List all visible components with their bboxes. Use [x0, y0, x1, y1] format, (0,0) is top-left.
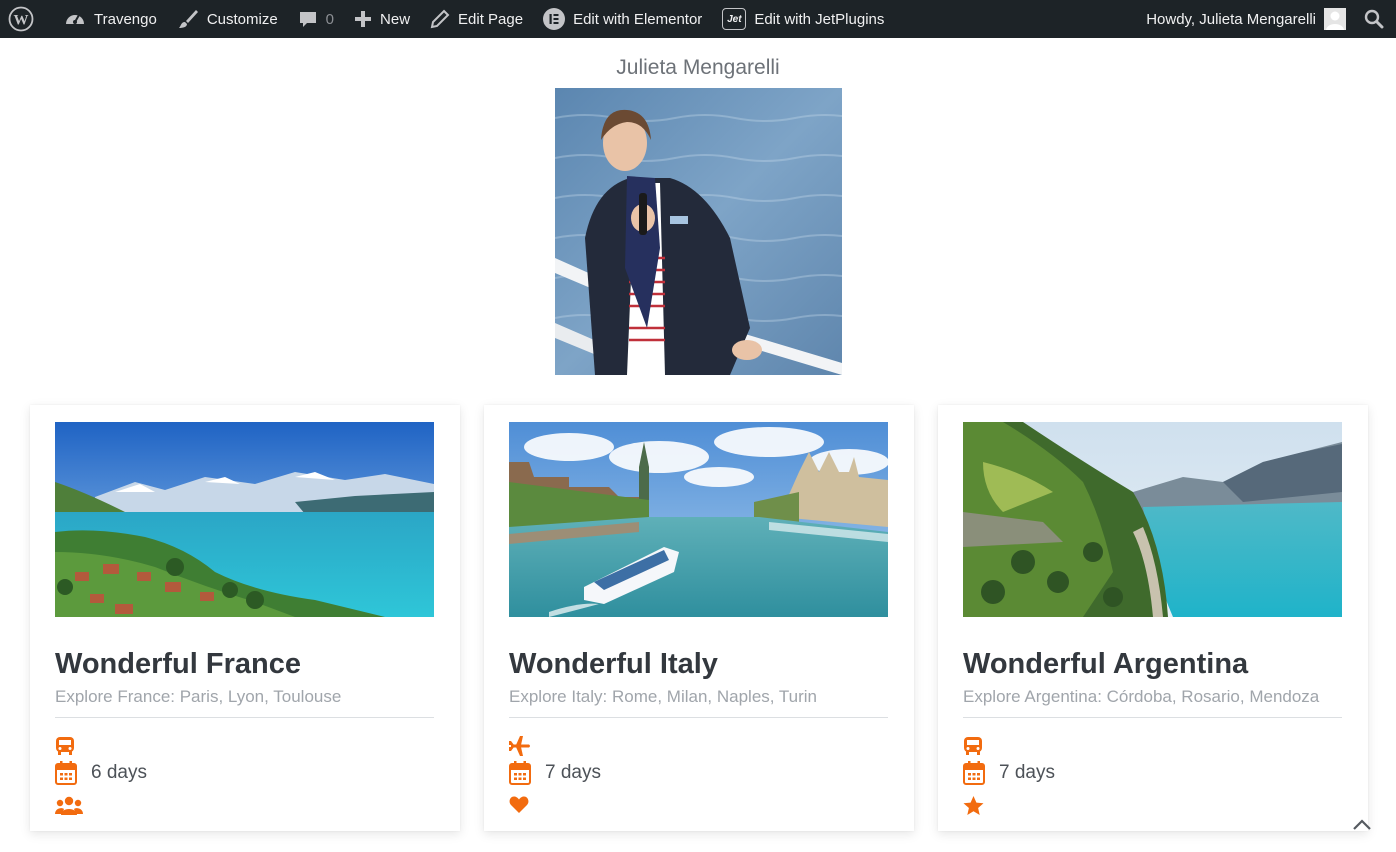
tour-transport [963, 736, 983, 756]
howdy-label: Howdy, Julieta Mengarelli [1146, 10, 1316, 28]
tour-days: 7 days [999, 762, 1055, 783]
search-icon [1364, 9, 1384, 29]
heart-icon [509, 796, 529, 813]
users-icon [55, 796, 83, 815]
tour-extra [55, 796, 83, 816]
new-label: New [380, 10, 411, 28]
site-name-label: Travengo [94, 10, 157, 28]
comment-bubble-icon [299, 12, 316, 27]
tour-title[interactable]: Wonderful France [55, 648, 301, 681]
profile-name: Julieta Mengarelli [616, 56, 780, 79]
edit-with-elementor-link[interactable]: Edit with Elementor [533, 0, 712, 38]
wordpress-logo-button[interactable]: W [0, 0, 54, 38]
tour-subtitle: Explore France: Paris, Lyon, Toulouse [55, 687, 342, 706]
tour-extra [509, 796, 529, 814]
elementor-icon [543, 8, 566, 30]
comments-count: 0 [325, 10, 335, 28]
card-divider [509, 717, 888, 718]
profile-photo [555, 88, 842, 375]
user-avatar-icon [1324, 8, 1346, 30]
tour-duration: 7 days [963, 761, 1055, 785]
bus-icon [964, 737, 982, 755]
edit-jetplugins-label: Edit with JetPlugins [754, 10, 885, 28]
plus-icon [355, 11, 372, 27]
bus-icon [56, 737, 74, 755]
new-content-link[interactable]: New [344, 0, 420, 38]
tour-card-france[interactable]: Wonderful France Explore France: Paris, … [30, 405, 460, 831]
tour-title[interactable]: Wonderful Italy [509, 648, 718, 681]
tour-image-italy [509, 422, 888, 617]
tour-days: 6 days [91, 762, 147, 783]
admin-bar: W Travengo Customize 0 New Edit Page Edi… [0, 0, 1396, 38]
calendar-icon [509, 761, 531, 785]
tour-transport [55, 736, 75, 756]
plane-icon [509, 736, 530, 756]
star-icon [963, 796, 984, 815]
edit-with-jetplugins-link[interactable]: Jet Edit with JetPlugins [712, 0, 894, 38]
site-name-link[interactable]: Travengo [54, 0, 167, 38]
paintbrush-icon [178, 10, 198, 28]
tour-image-argentina [963, 422, 1342, 617]
tour-duration: 6 days [55, 761, 147, 785]
tour-extra [963, 796, 984, 816]
chevron-up-icon [1353, 819, 1371, 830]
tour-title[interactable]: Wonderful Argentina [963, 648, 1248, 681]
tour-days: 7 days [545, 762, 601, 783]
card-divider [55, 717, 434, 718]
tour-image-france [55, 422, 434, 617]
svg-text:W: W [14, 13, 29, 29]
my-account-link[interactable]: Howdy, Julieta Mengarelli [1136, 0, 1354, 38]
tour-subtitle: Explore Italy: Rome, Milan, Naples, Turi… [509, 687, 818, 706]
edit-page-label: Edit Page [458, 10, 524, 28]
scroll-to-top-button[interactable] [1350, 815, 1374, 835]
tour-duration: 7 days [509, 761, 601, 785]
admin-search-button[interactable] [1354, 0, 1396, 38]
jet-logo-icon: Jet [722, 8, 747, 30]
tour-card-italy[interactable]: Wonderful Italy Explore Italy: Rome, Mil… [484, 405, 914, 831]
calendar-icon [963, 761, 985, 785]
tour-card-argentina[interactable]: Wonderful Argentina Explore Argentina: C… [938, 405, 1368, 831]
tour-subtitle: Explore Argentina: Córdoba, Rosario, Men… [963, 687, 1320, 706]
pencil-icon [430, 9, 450, 29]
edit-elementor-label: Edit with Elementor [573, 10, 703, 28]
dashboard-gauge-icon [66, 14, 84, 24]
wordpress-icon: W [8, 6, 34, 32]
tour-transport [509, 736, 531, 756]
calendar-icon [55, 761, 77, 785]
customize-link[interactable]: Customize [167, 0, 288, 38]
comments-link[interactable]: 0 [288, 0, 344, 38]
customize-label: Customize [206, 10, 278, 28]
card-divider [963, 717, 1342, 718]
edit-page-link[interactable]: Edit Page [420, 0, 533, 38]
